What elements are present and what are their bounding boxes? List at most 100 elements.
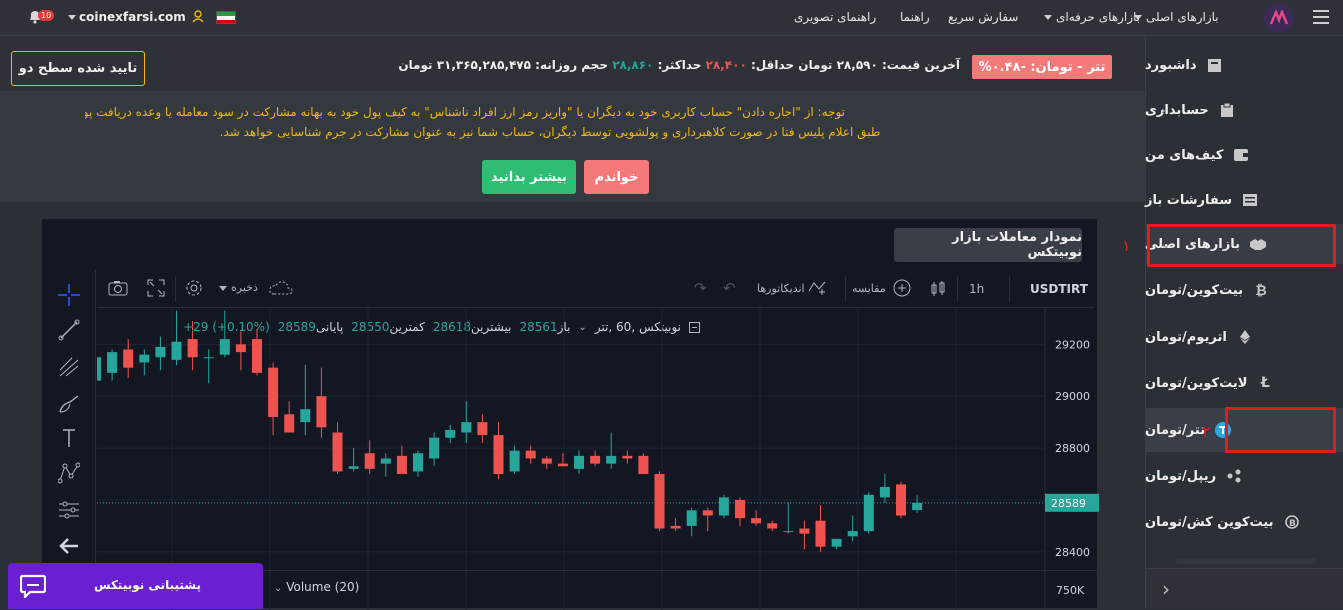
candle-body <box>606 455 617 464</box>
candle-body <box>622 455 633 459</box>
iran-flag-icon[interactable] <box>216 11 236 24</box>
sidebar-item-eth[interactable]: اتریوم/تومان <box>1145 317 1343 357</box>
volume-pane-label: ⌄ Volume (20) <box>274 580 360 594</box>
nav-video-guide[interactable]: راهنمای تصویری <box>794 10 876 24</box>
settings-gear-icon[interactable] <box>184 278 204 302</box>
daily-volume: ۳۱,۳۶۵,۲۸۵,۴۷۵ تومان <box>398 58 531 72</box>
caret-down-icon <box>219 285 227 291</box>
fullscreen-icon[interactable] <box>147 279 165 301</box>
candle-body <box>751 518 762 524</box>
candle-body <box>187 339 198 358</box>
caret-down-icon <box>68 15 76 20</box>
chat-bubble-icon <box>20 574 46 598</box>
support-label: پشتیبانی نوبیتکس <box>93 578 201 592</box>
camera-icon[interactable] <box>108 280 128 300</box>
list-icon <box>1242 192 1258 208</box>
trend-line-icon[interactable] <box>54 315 84 345</box>
last-price-tag-label: 28589 <box>1051 497 1086 510</box>
candle-body <box>815 520 826 547</box>
nav-guide[interactable]: راهنما <box>900 10 930 24</box>
hamburger-menu-icon[interactable] <box>1313 10 1329 24</box>
measure-icon[interactable] <box>54 495 84 525</box>
candles <box>97 310 923 552</box>
candle-body <box>139 354 150 363</box>
candle-type-icon[interactable] <box>930 280 946 302</box>
candle-body <box>879 486 890 498</box>
candle-body <box>702 510 713 516</box>
sidebar-item-xrp[interactable]: ریپل/تومان <box>1145 456 1343 496</box>
redo-icon[interactable]: ↷ <box>694 279 707 297</box>
candle-body <box>783 531 794 533</box>
candle-body <box>316 396 327 428</box>
cloud-icon[interactable] <box>269 280 293 300</box>
handshake-icon <box>1250 236 1266 252</box>
price-tick-label: 29200 <box>1055 338 1090 351</box>
price-tick-label: 28800 <box>1055 442 1090 455</box>
interval-button[interactable]: 1h <box>969 282 984 296</box>
symbol-label[interactable]: USDTIRT <box>1030 282 1088 296</box>
candle-body <box>493 435 504 475</box>
candle-body <box>670 525 681 529</box>
text-tool-icon[interactable] <box>54 423 84 453</box>
nav-quick-order[interactable]: سفارش سریع <box>948 10 1018 24</box>
candle-body <box>268 367 279 417</box>
save-button[interactable]: ذخیره <box>219 281 258 294</box>
market-info-bar: تایید شده سطح دو آخرین قیمت: ۲۸,۵۹۰ توما… <box>0 37 1145 91</box>
learn-more-button[interactable]: بیشتر بدانید <box>482 160 576 194</box>
candle-body <box>203 357 214 359</box>
notice-line-2: طبق اعلام پلیس فتا در صورت کلاهبرداری و … <box>219 125 881 139</box>
sidebar-item-wallets[interactable]: کیف‌های من <box>1145 135 1343 175</box>
sidebar-item-ltc[interactable]: Ł لایت‌کوین/تومان <box>1145 363 1343 403</box>
candle-body <box>686 510 697 526</box>
candle-body <box>396 455 407 475</box>
support-chat-button[interactable]: پشتیبانی نوبیتکس <box>8 563 263 609</box>
candle-body <box>364 453 375 469</box>
tether-icon <box>1215 422 1232 438</box>
crosshair-icon[interactable] <box>54 280 84 310</box>
verified-level-two-button[interactable]: تایید شده سطح دو <box>11 51 145 86</box>
candle-body <box>735 499 745 519</box>
candle-body <box>525 450 536 459</box>
pitchfork-icon[interactable] <box>54 352 84 382</box>
candle-body <box>348 466 359 469</box>
svg-text:B: B <box>1289 519 1296 529</box>
toolbar-divider <box>957 276 958 302</box>
market-stats: آخرین قیمت: ۲۸,۵۹۰ تومان حداقل: ۲۸,۴۰۰ ح… <box>398 58 960 72</box>
account-menu[interactable]: coinexfarsi.com <box>68 10 204 24</box>
compare-button[interactable]: مقایسه <box>852 279 911 297</box>
nav-main-markets[interactable]: بازارهای اصلی <box>1130 10 1219 24</box>
sidebar-item-accounting[interactable]: حسابداری ‹ <box>1145 90 1343 130</box>
candle-body <box>799 528 810 534</box>
undo-icon[interactable]: ↶ <box>723 279 736 297</box>
warning-notice: توجه: از "اجاره دادن" حساب کاربری خود به… <box>0 91 1145 202</box>
candle-body <box>107 352 118 373</box>
sidebar-item-main-markets[interactable]: بازارهای اصلی ⌄ <box>1145 224 1343 264</box>
candle-body <box>541 458 552 464</box>
sidebar-item-btc[interactable]: ₿ بیت‌کوین/تومان <box>1145 270 1343 310</box>
read-button[interactable]: خواندم <box>584 160 649 194</box>
sidebar-item-open-orders[interactable]: سفارشات باز <box>1145 180 1343 220</box>
candle-body <box>912 502 923 511</box>
pattern-icon[interactable] <box>54 458 84 488</box>
sidebar-item-bch[interactable]: B بیت‌کوین کش/تومان <box>1145 502 1343 542</box>
price-axis: 292002900028800286002840028589 <box>1044 308 1099 610</box>
chart-title-tab[interactable]: نمودار معاملات بازار نوبیتکس <box>894 228 1082 262</box>
chevron-down-icon[interactable]: ⌄ <box>274 583 282 594</box>
nobitex-logo-icon[interactable] <box>1264 3 1294 33</box>
sidebar-item-dashboard[interactable]: داشبورد <box>1145 45 1343 85</box>
candle-body <box>97 357 101 381</box>
sidebar-collapse-bar[interactable]: › <box>1146 568 1343 609</box>
sidebar-item-usdt[interactable]: تتر/تومان <box>1145 408 1343 452</box>
candle-body <box>171 341 182 360</box>
arrow-left-icon[interactable] <box>54 531 84 561</box>
sidebar-partial-item <box>1176 558 1316 564</box>
candle-body <box>863 494 874 532</box>
annotation-label-2: ۲ <box>1202 422 1211 441</box>
chevron-left-icon: ‹ <box>1161 103 1166 117</box>
brush-icon[interactable] <box>54 388 84 418</box>
notification-bell[interactable]: 10 <box>28 8 58 28</box>
indicators-button[interactable]: اندیکاتورها <box>757 279 828 295</box>
candle-body <box>477 422 488 436</box>
nav-pro-markets[interactable]: بازارهای حرفه‌ای <box>1040 10 1140 24</box>
dashboard-icon <box>1207 57 1223 73</box>
